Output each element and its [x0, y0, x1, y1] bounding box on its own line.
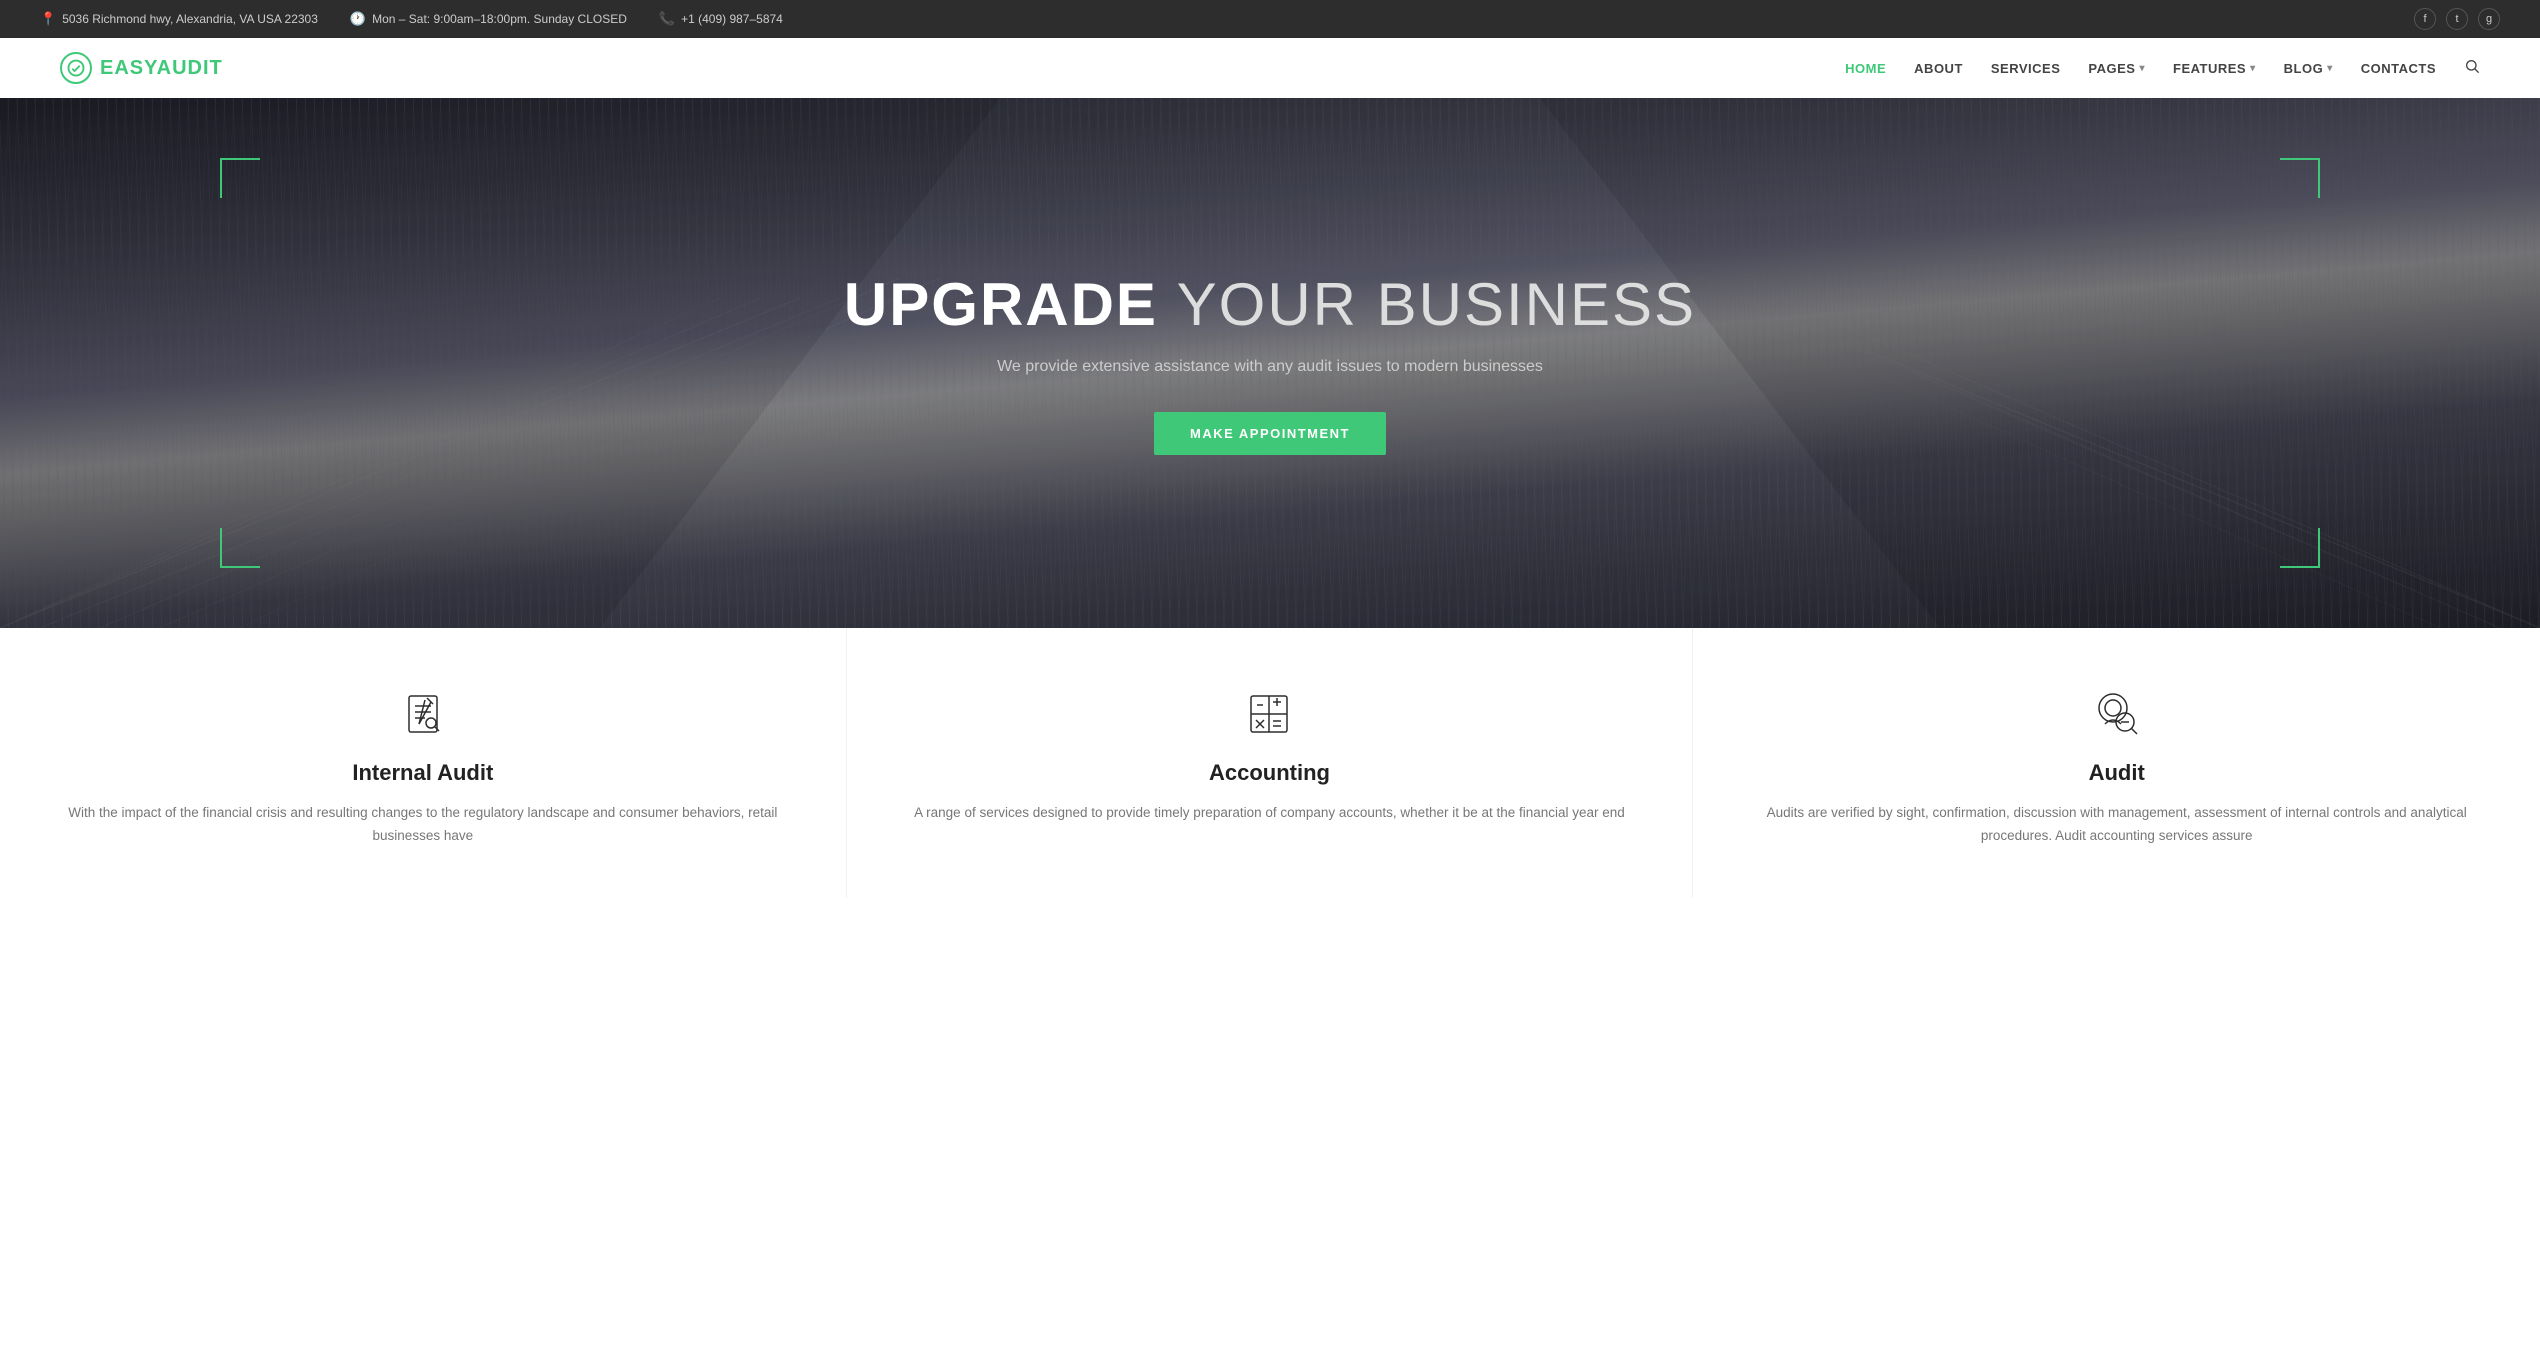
address-item: 📍 5036 Richmond hwy, Alexandria, VA USA … [40, 11, 318, 27]
hero-section: UPGRADE YOUR BUSINESS We provide extensi… [0, 98, 2540, 628]
audit-title: Audit [1733, 760, 2500, 786]
service-internal-audit: Internal Audit With the impact of the fi… [0, 628, 847, 898]
make-appointment-button[interactable]: MAKE APPOINTMENT [1154, 412, 1386, 455]
twitter-icon[interactable]: t [2446, 8, 2468, 30]
search-icon[interactable] [2464, 58, 2480, 79]
phone-item: 📞 +1 (409) 987–5874 [659, 11, 783, 27]
accounting-icon [887, 688, 1653, 740]
nav-blog[interactable]: BLOG [2284, 61, 2333, 76]
internal-audit-icon [40, 688, 806, 740]
location-icon: 📍 [40, 11, 56, 27]
nav-features[interactable]: FEATURES [2173, 61, 2256, 76]
nav-about[interactable]: ABOUT [1914, 61, 1963, 76]
hero-content: UPGRADE YOUR BUSINESS We provide extensi… [824, 272, 1716, 455]
audit-icon [1733, 688, 2500, 740]
facebook-icon[interactable]: f [2414, 8, 2436, 30]
internal-audit-title: Internal Audit [40, 760, 806, 786]
bracket-bottom-right [2280, 528, 2320, 568]
bracket-top-left [220, 158, 260, 198]
google-icon[interactable]: g [2478, 8, 2500, 30]
bracket-bottom-left [220, 528, 260, 568]
phone-icon: 📞 [659, 11, 675, 27]
service-accounting: Accounting A range of services designed … [847, 628, 1694, 898]
nav-links: HOME ABOUT SERVICES PAGES FEATURES BLOG … [1845, 58, 2480, 79]
nav-contacts[interactable]: CONTACTS [2361, 61, 2436, 76]
logo-text: EASYAUDIT [100, 57, 223, 80]
internal-audit-desc: With the impact of the financial crisis … [40, 802, 806, 848]
nav-pages[interactable]: PAGES [2088, 61, 2145, 76]
top-bar: 📍 5036 Richmond hwy, Alexandria, VA USA … [0, 0, 2540, 38]
phone-text: +1 (409) 987–5874 [681, 12, 783, 26]
nav-home[interactable]: HOME [1845, 61, 1886, 76]
hero-title: UPGRADE YOUR BUSINESS [844, 272, 1696, 338]
accounting-title: Accounting [887, 760, 1653, 786]
accounting-desc: A range of services designed to provide … [887, 802, 1653, 825]
logo[interactable]: EASYAUDIT [60, 52, 223, 84]
services-section: Internal Audit With the impact of the fi… [0, 628, 2540, 898]
logo-icon [60, 52, 92, 84]
hours-text: Mon – Sat: 9:00am–18:00pm. Sunday CLOSED [372, 12, 627, 26]
service-audit: Audit Audits are verified by sight, conf… [1693, 628, 2540, 898]
audit-desc: Audits are verified by sight, confirmati… [1733, 802, 2500, 848]
nav-services[interactable]: SERVICES [1991, 61, 2061, 76]
navbar: EASYAUDIT HOME ABOUT SERVICES PAGES FEAT… [0, 38, 2540, 98]
hero-subtitle: We provide extensive assistance with any… [844, 358, 1696, 376]
address-text: 5036 Richmond hwy, Alexandria, VA USA 22… [62, 12, 318, 26]
hours-item: 🕐 Mon – Sat: 9:00am–18:00pm. Sunday CLOS… [350, 11, 627, 27]
top-bar-left: 📍 5036 Richmond hwy, Alexandria, VA USA … [40, 11, 783, 27]
social-links: f t g [2414, 8, 2500, 30]
bracket-top-right [2280, 158, 2320, 198]
clock-icon: 🕐 [350, 11, 366, 27]
